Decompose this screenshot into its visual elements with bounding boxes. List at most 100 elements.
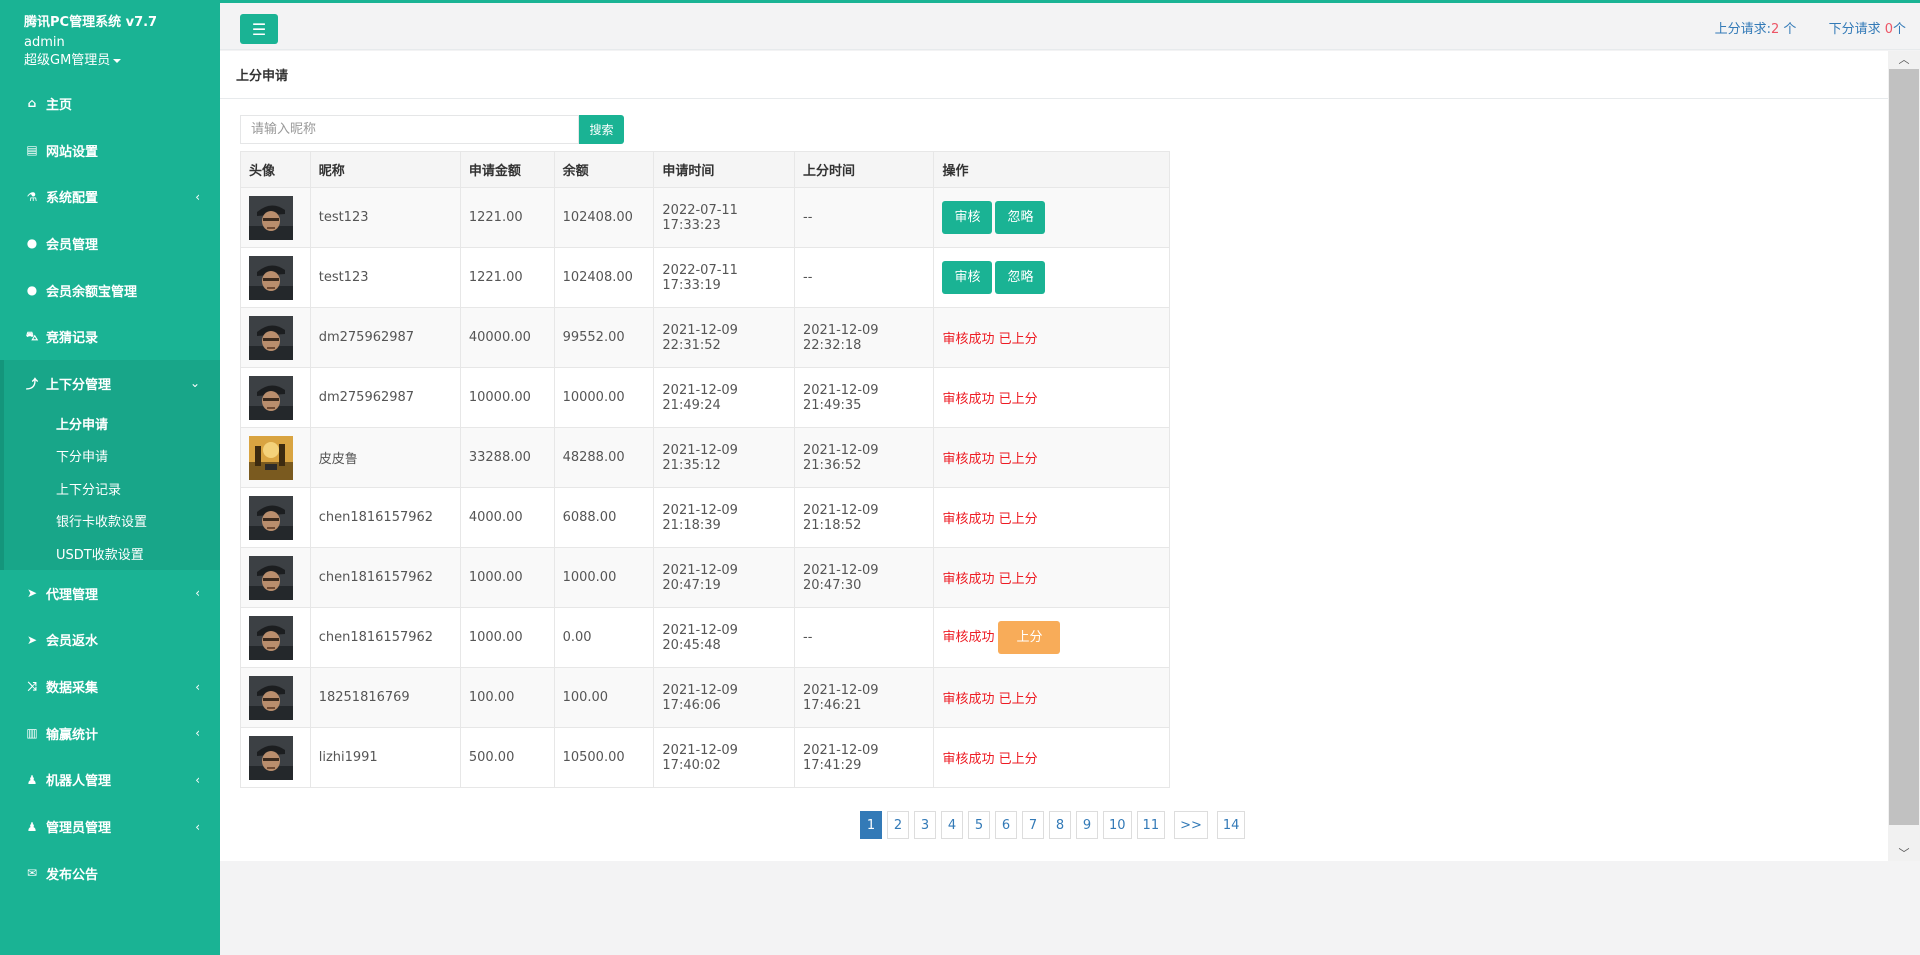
user-icon: ● [26,283,38,298]
amount-cell: 4000.00 [459,487,555,548]
nickname-cell: 皮皮鲁 [309,427,461,488]
page-5-button[interactable]: 5 [968,811,990,839]
page-9-button[interactable]: 9 [1076,811,1098,839]
avatar-cell [240,247,311,308]
credit-button[interactable]: 上分 [998,621,1061,654]
table-row: 皮皮鲁 33288.00 48288.00 2021-12-09 21:35:12 20… [240,427,1170,488]
caret-down-icon [113,58,122,63]
menu-toggle-button[interactable]: ☰ [240,14,278,44]
send-icon: ➤ [26,632,38,647]
action-cell: 审核成功 已上分 [933,307,1170,368]
table-row: chen1816157962 4000.00 6088.00 2021-12-09 2… [240,487,1170,548]
taxi-icon: ⛍ [25,328,39,343]
avatar [249,555,302,600]
sidebar-item-10[interactable]: ▥ 输赢统计 ‹ [0,710,220,757]
search-bar: 搜索 [240,115,624,144]
table-row: lizhi1991 500.00 10500.00 2021-12-09 17:40:… [240,727,1170,788]
balance-cell: 99552.00 [553,307,655,368]
sidebar-item-7[interactable]: ➤ 代理管理 ‹ [0,570,220,617]
last-page-button[interactable]: 14 [1216,811,1246,839]
approve-button[interactable]: 审核 [942,261,993,294]
column-header: 余额 [553,151,655,188]
page-6-button[interactable]: 6 [995,811,1017,839]
amount-cell: 1221.00 [459,247,555,308]
action-cell: 审核 忽略 [933,247,1170,308]
avatar-cell [240,487,311,548]
user-icon: ● [26,236,38,251]
approve-button[interactable]: 审核 [942,201,993,234]
page-1-button[interactable]: 1 [860,811,882,839]
apply-time-cell: 2021-12-09 17:40:02 [653,727,795,788]
chevron-icon: ‹ [195,726,200,741]
search-button[interactable]: 搜索 [579,115,624,144]
username: admin [24,35,65,50]
ignore-button[interactable]: 忽略 [995,261,1046,294]
balance-cell: 1000.00 [553,547,655,608]
sidebar-subitem-0[interactable]: 上分申请 [4,407,220,440]
credit-time-cell: 2021-12-09 21:36:52 [793,427,935,488]
sidebar-subitem-4[interactable]: USDT收款设置 [4,537,220,570]
balance-cell: 10500.00 [553,727,655,788]
scrollbar-thumb[interactable] [1889,69,1919,825]
sidebar-item-8[interactable]: ➤ 会员返水 [0,616,220,663]
flask-icon: ⚗ [26,189,38,204]
sidebar-subitem-2[interactable]: 上下分记录 [4,472,220,505]
sidebar-item-2[interactable]: ⚗ 系统配置 ‹ [0,173,220,220]
page-7-button[interactable]: 7 [1022,811,1044,839]
sidebar: 腾讯PC管理系统 v7.7 admin 超级GM管理员 ⌂ 主页 ▤ 网站设置 ⚗ 系统配… [0,0,220,955]
sidebar-item-5[interactable]: ⛍ 竞猜记录 [0,313,220,360]
page-8-button[interactable]: 8 [1049,811,1071,839]
sidebar-item-1[interactable]: ▤ 网站设置 [0,127,220,174]
amount-cell: 1000.00 [459,607,555,668]
credit-time-cell: 2021-12-09 21:18:52 [793,487,935,548]
amount-cell: 100.00 [459,667,555,728]
page-4-button[interactable]: 4 [941,811,963,839]
male-icon: ♟ [26,819,38,834]
vertical-scrollbar[interactable]: ︿ ﹀ [1888,51,1920,861]
role-dropdown[interactable]: 超级GM管理员 [24,52,220,70]
topbar: ☰ 上分请求:2 个 下分请求 0个 [220,0,1920,50]
sidebar-subitem-1[interactable]: 下分申请 [4,439,220,472]
page-11-button[interactable]: 11 [1136,811,1166,839]
avatar [249,735,302,780]
up-request-link[interactable]: 上分请求:2 个 [1715,22,1797,37]
sidebar-item-11[interactable]: ♟ 机器人管理 ‹ [0,757,220,804]
next-page-button[interactable]: >> [1174,811,1208,839]
scroll-up-icon[interactable]: ︿ [1888,51,1920,67]
sidebar-item-12[interactable]: ♟ 管理员管理 ‹ [0,803,220,850]
amount-cell: 500.00 [459,727,555,788]
nickname-cell: lizhi1991 [309,727,461,788]
sidebar-item-label: 竞猜记录 [46,331,99,347]
sidebar-item-4[interactable]: ● 会员余额宝管理 [0,267,220,314]
table-row: dm275962987 10000.00 10000.00 2021-12-09 21… [240,367,1170,428]
down-request-label: 下分请求 [1828,22,1885,37]
credit-time-cell: -- [793,247,935,308]
avatar-cell [240,367,311,428]
avatar [249,495,302,540]
search-input[interactable] [240,115,579,144]
down-request-link[interactable]: 下分请求 0个 [1829,22,1906,37]
sidebar-item-0[interactable]: ⌂ 主页 [0,80,220,127]
avatar-cell [240,427,311,488]
ignore-button[interactable]: 忽略 [995,201,1046,234]
balance-cell: 6088.00 [553,487,655,548]
avatar [249,375,302,420]
nickname-cell: 18251816769 [309,667,461,728]
sidebar-item-13[interactable]: ✉ 发布公告 [0,850,220,897]
amount-cell: 33288.00 [459,427,555,488]
page-3-button[interactable]: 3 [914,811,936,839]
sidebar-subitem-3[interactable]: 银行卡收款设置 [4,505,220,538]
status-text: 审核成功 已上分 [942,752,1038,767]
apply-time-cell: 2022-07-11 17:33:19 [653,247,795,308]
sidebar-item-6[interactable]: ⤴ 上下分管理 ⌄ [4,360,220,407]
scroll-down-icon[interactable]: ﹀ [1888,845,1920,861]
page-2-button[interactable]: 2 [887,811,909,839]
status-text: 审核成功 [942,630,995,645]
sidebar-item-3[interactable]: ● 会员管理 [0,220,220,267]
sidebar-item-label: 网站设置 [46,144,99,160]
column-header: 操作 [933,151,1170,188]
sidebar-item-9[interactable]: ⤨ 数据采集 ‹ [0,663,220,710]
apply-time-cell: 2021-12-09 22:31:52 [653,307,795,368]
page-10-button[interactable]: 10 [1103,811,1132,839]
action-cell: 审核成功 上分 [933,607,1170,668]
